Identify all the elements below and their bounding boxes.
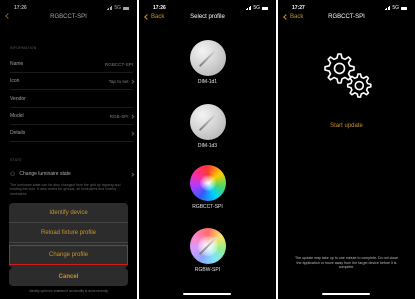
bottom-note: Identify option is enabled if an identif… [29, 289, 108, 293]
profile-item-rgbcct-spi[interactable]: RGBCCT-SPI [139, 165, 276, 210]
page-title: Select profile [190, 14, 225, 20]
change-profile-button[interactable]: Change profile [9, 245, 128, 265]
profile-label: RGBW-SPI [194, 267, 221, 273]
profile-item-rgbw-spi[interactable]: RGBW-SPI [139, 228, 276, 273]
home-indicator [322, 293, 370, 295]
status-bar: 17:26 5G [139, 0, 276, 14]
network-label: 5G [392, 5, 399, 11]
nav-bar: Back Select profile [139, 14, 276, 28]
signal-icon [245, 6, 252, 10]
battery-icon [262, 6, 268, 10]
home-indicator [183, 293, 231, 295]
profile-item-dim-1d1[interactable]: DIM-1d1 [139, 40, 276, 85]
profile-label: RGBCCT-SPI [192, 204, 223, 210]
nav-bar: Back RGBCCT-SPI [278, 14, 415, 28]
network-label: 5G [253, 5, 260, 11]
status-bar: 17:27 5G [278, 0, 415, 14]
update-notice: The update may take up to one minute to … [294, 256, 399, 270]
dimmer-profile-icon [189, 40, 226, 76]
color-wheel-icon [189, 228, 226, 264]
phone-screen-firmware-update: 17:27 5G Back RGBCCT-SPI Start update Th… [278, 0, 415, 299]
identify-device-button[interactable]: Identify device [9, 203, 128, 223]
profile-label: DIM-1d1 [197, 79, 218, 85]
profile-label: DIM-1d3 [197, 143, 218, 149]
reload-profile-button[interactable]: Reload fixture profile [9, 223, 128, 243]
dimmer-profile-icon [189, 104, 226, 140]
page-title: RGBCCT-SPI [328, 14, 365, 20]
cancel-button[interactable]: Cancel [9, 268, 128, 286]
status-time: 17:27 [292, 5, 305, 11]
start-update-button[interactable]: Start update [278, 123, 415, 129]
action-sheet: Identify device Reload fixture profile C… [9, 203, 128, 268]
phone-screen-select-profile: 17:26 5G Back Select profile DIM-1d1 DIM… [139, 0, 276, 299]
profile-item-dim-1d3[interactable]: DIM-1d3 [139, 104, 276, 149]
phone-screen-luminaire-details: 17:26 5G RGBCCT-SPI INFORMATION Name RGB… [0, 0, 137, 299]
color-wheel-icon [189, 165, 226, 201]
gears-icon [324, 53, 372, 98]
signal-icon [384, 6, 391, 10]
battery-icon [401, 6, 407, 10]
status-time: 17:26 [153, 5, 166, 11]
